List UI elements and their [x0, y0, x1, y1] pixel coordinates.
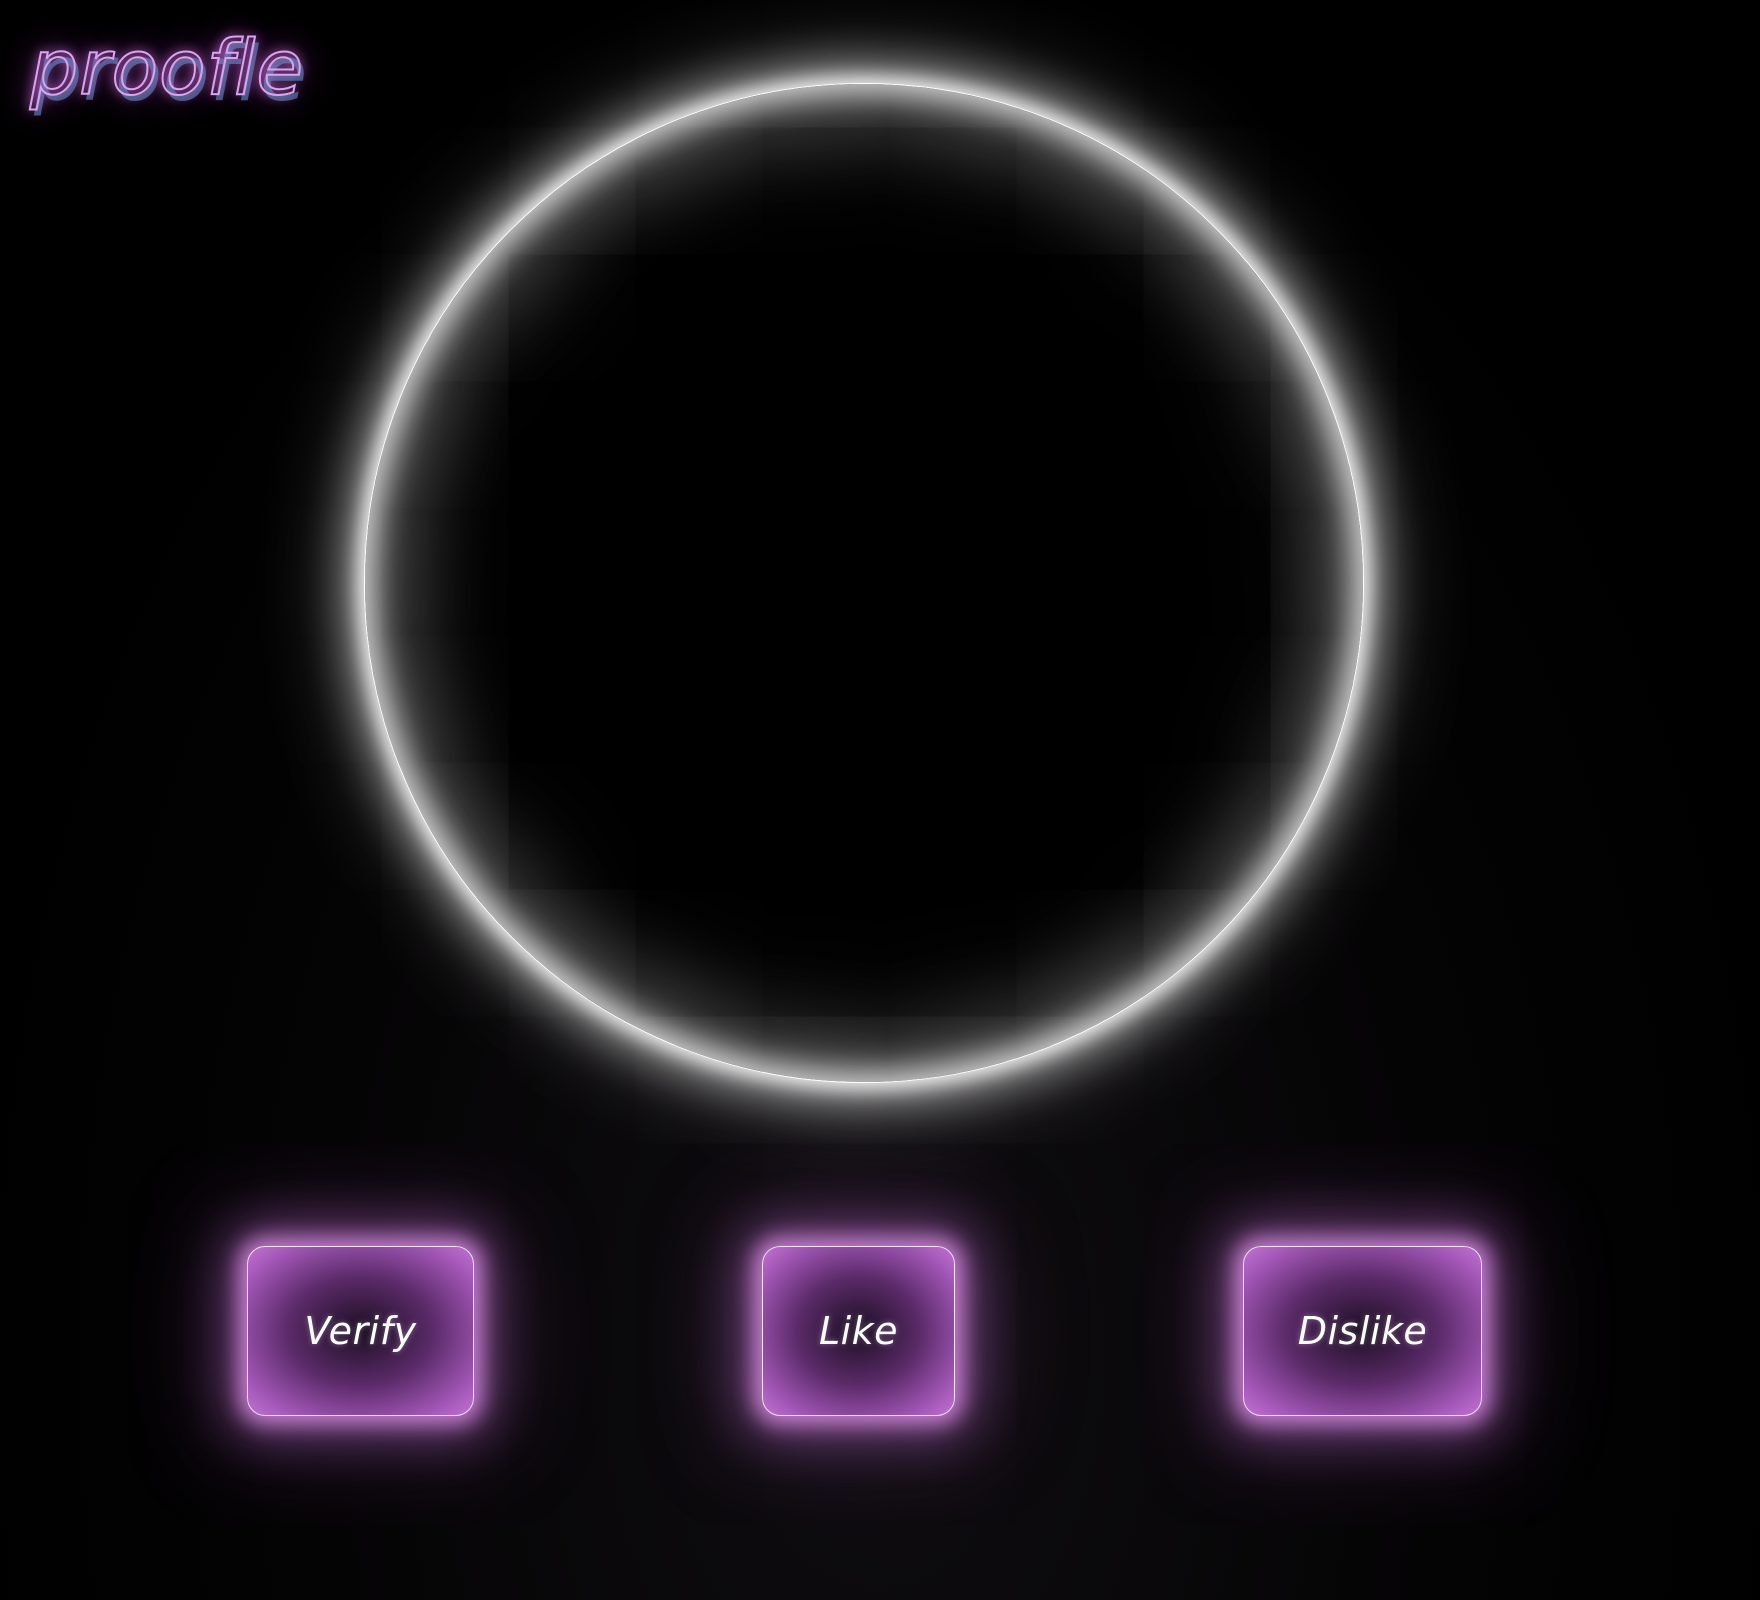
dislike-button[interactable]: Dislike — [1243, 1246, 1482, 1416]
like-button-label: Like — [818, 1309, 899, 1353]
glowing-ring-display — [364, 83, 1364, 1083]
verify-button[interactable]: Verify — [247, 1246, 474, 1416]
like-button[interactable]: Like — [762, 1246, 955, 1416]
dislike-button-label: Dislike — [1297, 1309, 1428, 1353]
app-logo: proofle — [29, 23, 305, 112]
verify-button-label: Verify — [304, 1309, 417, 1353]
